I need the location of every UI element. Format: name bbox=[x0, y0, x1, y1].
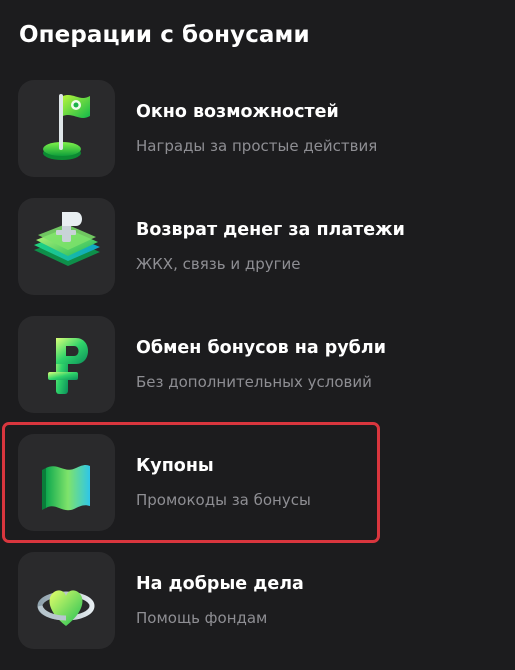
list-item-cashback[interactable]: Возврат денег за платежи ЖКХ, связь и др… bbox=[0, 198, 515, 316]
item-subtitle: Помощь фондам bbox=[136, 609, 268, 627]
ruble-cashback-icon bbox=[18, 198, 115, 295]
item-title: На добрые дела bbox=[136, 574, 304, 594]
list-item-exchange[interactable]: Обмен бонусов на рубли Без дополнительны… bbox=[0, 316, 515, 434]
ruble-sign-icon bbox=[18, 316, 115, 413]
item-title: Окно возможностей bbox=[136, 102, 339, 122]
list-item-charity[interactable]: На добрые дела Помощь фондам bbox=[0, 552, 515, 670]
page-title: Операции с бонусами bbox=[19, 22, 310, 48]
list-item-coupons[interactable]: Купоны Промокоды за бонусы bbox=[0, 434, 515, 552]
item-title: Обмен бонусов на рубли bbox=[136, 338, 386, 358]
coupon-flag-icon bbox=[18, 434, 115, 531]
item-subtitle: Без дополнительных условий bbox=[136, 373, 372, 391]
heart-ring-icon bbox=[18, 552, 115, 649]
item-subtitle: Промокоды за бонусы bbox=[136, 491, 311, 509]
item-title: Купоны bbox=[136, 456, 214, 476]
green-flag-icon bbox=[18, 80, 115, 177]
item-title: Возврат денег за платежи bbox=[136, 220, 405, 240]
list-item-opportunity-window[interactable]: Окно возможностей Награды за простые дей… bbox=[0, 80, 515, 198]
item-subtitle: ЖКХ, связь и другие bbox=[136, 255, 301, 273]
item-subtitle: Награды за простые действия bbox=[136, 137, 378, 155]
bonus-operations-screen: Операции с бонусами Окно возможностей На… bbox=[0, 0, 515, 659]
